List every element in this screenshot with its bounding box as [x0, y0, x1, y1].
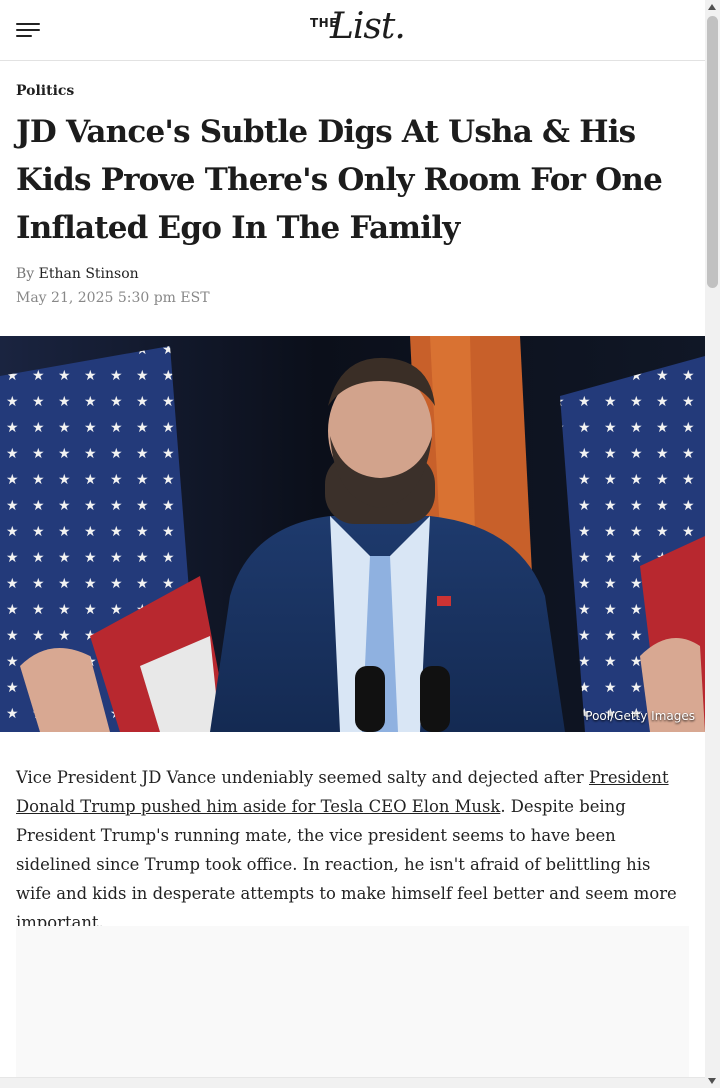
site-header: THE List. [0, 0, 705, 61]
hero-image: ★ [0, 336, 705, 732]
logo-list-text: List. [330, 6, 406, 47]
article-title: JD Vance's Subtle Digs At Usha & His Kid… [16, 114, 663, 246]
ad-placeholder [16, 926, 689, 1088]
byline: By Ethan Stinson [16, 266, 139, 282]
category-link[interactable]: Politics [16, 83, 74, 99]
article-page: THE List. Politics JD Vance's Subtle Dig… [0, 0, 705, 1088]
site-logo[interactable]: THE List. [310, 6, 406, 50]
scrollbar-thumb[interactable] [707, 16, 718, 288]
scroll-up-arrow-icon[interactable] [708, 4, 716, 10]
publish-date: May 21, 2025 5:30 pm EST [16, 290, 210, 306]
paragraph-text-start: Vice President JD Vance undeniably seeme… [16, 768, 589, 787]
hamburger-menu-icon[interactable] [16, 23, 42, 39]
byline-prefix: By [16, 266, 35, 282]
image-credit: Pool/Getty Images [585, 709, 695, 723]
scroll-down-arrow-icon[interactable] [708, 1078, 716, 1084]
author-link[interactable]: Ethan Stinson [39, 266, 139, 282]
horizontal-scrollbar[interactable] [0, 1077, 705, 1088]
vertical-scrollbar[interactable] [705, 0, 720, 1088]
article-paragraph: Vice President JD Vance undeniably seeme… [16, 763, 688, 937]
hero-illustration: ★ [0, 336, 705, 732]
paragraph-text-end: . Despite being President Trump's runnin… [16, 797, 677, 932]
